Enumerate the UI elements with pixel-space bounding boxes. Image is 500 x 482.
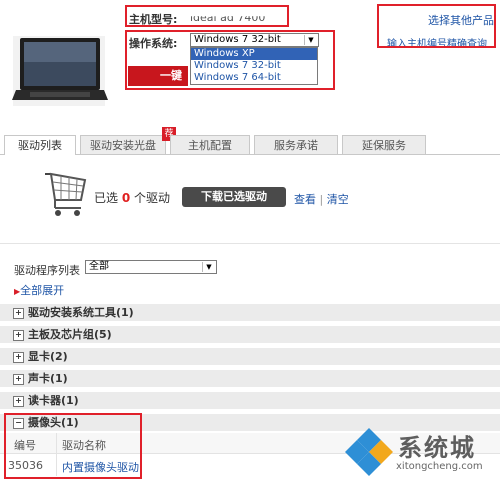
download-selected-button[interactable]: 下载已选驱动 <box>182 187 286 207</box>
chevron-down-icon[interactable]: ▼ <box>202 262 215 272</box>
tab-driver-disc-label: 驱动安装光盘 <box>90 139 156 152</box>
tab-host-config[interactable]: 主机配置 <box>170 135 250 154</box>
cart-summary: 已选 0 个驱动 <box>94 189 170 206</box>
expand-all-link[interactable]: 全部展开 <box>20 284 64 297</box>
category-label: 主板及芯片组(5) <box>28 328 112 341</box>
watermark-url: xitongcheng.com <box>396 461 483 472</box>
category-label: 读卡器(1) <box>28 394 79 407</box>
category-row[interactable]: + 显卡(2) <box>0 348 500 366</box>
category-label: 驱动安装系统工具(1) <box>28 306 134 319</box>
tab-extended-warranty[interactable]: 延保服务 <box>342 135 426 154</box>
expand-plus-icon[interactable]: + <box>13 330 24 341</box>
tab-host-config-label: 主机配置 <box>188 139 232 152</box>
driver-filter-value: 全部 <box>89 261 109 272</box>
section-divider <box>0 243 500 244</box>
links-highlight-box <box>377 4 496 48</box>
camera-highlight-box <box>4 413 142 479</box>
expand-plus-icon[interactable]: + <box>13 396 24 407</box>
tab-extended-warranty-label: 延保服务 <box>362 139 406 152</box>
laptop-product-image <box>10 8 110 108</box>
cart-count: 0 <box>121 191 131 205</box>
view-link[interactable]: 查看 <box>294 193 316 206</box>
category-row[interactable]: + 声卡(1) <box>0 370 500 388</box>
cart-selected-suffix: 个驱动 <box>134 191 171 205</box>
expand-plus-icon[interactable]: + <box>13 374 24 385</box>
tab-service-promise[interactable]: 服务承诺 <box>254 135 338 154</box>
tab-driver-list-label: 驱动列表 <box>18 139 62 152</box>
watermark-brand: 系统城 <box>398 434 476 462</box>
clear-link[interactable]: 清空 <box>327 193 349 206</box>
tab-service-promise-label: 服务承诺 <box>274 139 318 152</box>
category-label: 显卡(2) <box>28 350 68 363</box>
shopping-cart-icon <box>43 170 87 218</box>
os-highlight-box <box>125 30 335 90</box>
model-highlight-box <box>125 5 289 27</box>
category-row[interactable]: + 读卡器(1) <box>0 392 500 410</box>
tab-driver-list[interactable]: 驱动列表 <box>4 135 76 155</box>
tab-driver-disc[interactable]: 驱动安装光盘 <box>80 135 166 154</box>
driver-list-label: 驱动程序列表 <box>14 264 80 277</box>
link-separator: | <box>319 193 324 206</box>
expand-plus-icon[interactable]: + <box>13 308 24 319</box>
download-selected-label: 下载已选驱动 <box>201 190 267 203</box>
driver-filter-select[interactable]: 全部 ▼ <box>85 260 217 274</box>
cart-links: 查看 | 清空 <box>294 191 349 207</box>
cart-selected-prefix: 已选 <box>94 191 119 205</box>
expand-plus-icon[interactable]: + <box>13 352 24 363</box>
category-row[interactable]: + 驱动安装系统工具(1) <box>0 304 500 322</box>
expand-all-toggle[interactable]: ▶全部展开 <box>14 282 64 298</box>
watermark-logo-icon <box>344 426 394 476</box>
category-label: 声卡(1) <box>28 372 68 385</box>
category-row[interactable]: + 主板及芯片组(5) <box>0 326 500 344</box>
